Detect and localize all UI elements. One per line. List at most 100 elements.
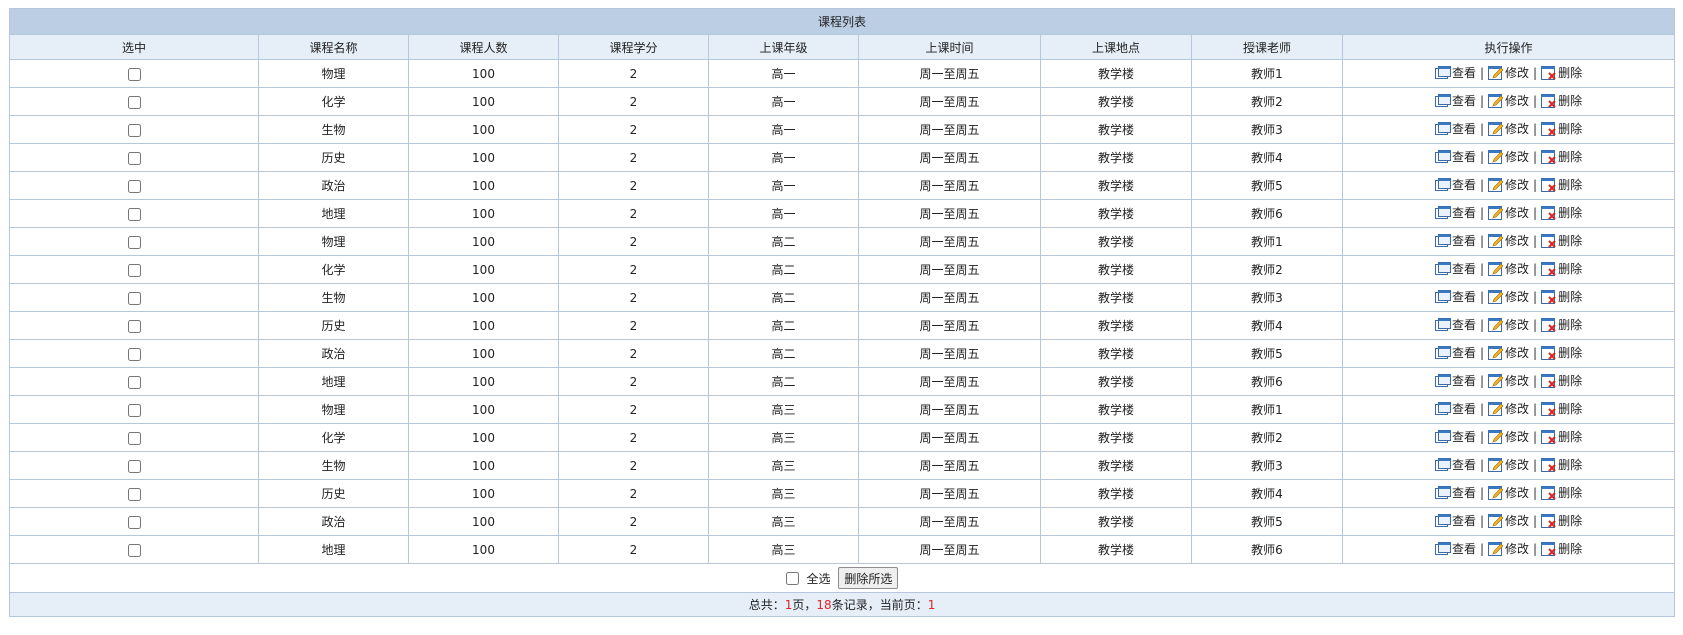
edit-link[interactable]: 修改 — [1488, 148, 1529, 165]
row-checkbox[interactable] — [127, 543, 141, 557]
row-checkbox[interactable] — [127, 235, 141, 249]
delete-link[interactable]: 删除 — [1541, 288, 1582, 305]
course-table: 课程列表 选中 课程名称 课程人数 课程学分 上课年级 上课时间 上课地点 授课… — [8, 8, 1676, 617]
view-link[interactable]: 查看 — [1434, 260, 1476, 277]
edit-link[interactable]: 修改 — [1488, 372, 1529, 389]
edit-link[interactable]: 修改 — [1488, 260, 1529, 277]
edit-link[interactable]: 修改 — [1488, 540, 1529, 557]
row-checkbox[interactable] — [127, 319, 141, 333]
teacher-cell: 教师2 — [1191, 255, 1343, 284]
view-label: 查看 — [1451, 262, 1476, 277]
actions-cell: 查看 | 修改 | 删除 — [1341, 311, 1676, 340]
row-checkbox[interactable] — [127, 67, 141, 81]
row-checkbox[interactable] — [127, 179, 141, 193]
time-cell: 周一至周五 — [858, 283, 1041, 312]
delete-link[interactable]: 删除 — [1541, 64, 1582, 81]
delete-link[interactable]: 删除 — [1541, 316, 1582, 333]
edit-link[interactable]: 修改 — [1488, 428, 1529, 445]
view-link[interactable]: 查看 — [1434, 232, 1476, 249]
view-link[interactable]: 查看 — [1434, 540, 1476, 557]
delete-link[interactable]: 删除 — [1541, 512, 1582, 529]
time-cell: 周一至周五 — [858, 255, 1041, 284]
teacher-cell: 教师3 — [1191, 451, 1343, 480]
edit-link[interactable]: 修改 — [1488, 288, 1529, 305]
delete-label: 删除 — [1558, 262, 1583, 277]
delete-link[interactable]: 删除 — [1541, 120, 1582, 137]
row-checkbox[interactable] — [127, 375, 141, 389]
row-checkbox[interactable] — [127, 515, 141, 529]
delete-link[interactable]: 删除 — [1541, 148, 1582, 165]
row-checkbox[interactable] — [127, 207, 141, 221]
edit-link[interactable]: 修改 — [1488, 92, 1529, 109]
view-link[interactable]: 查看 — [1434, 92, 1476, 109]
view-link[interactable]: 查看 — [1434, 484, 1476, 501]
view-label: 查看 — [1451, 150, 1476, 165]
course-name-cell: 物理 — [258, 59, 409, 88]
view-link[interactable]: 查看 — [1434, 400, 1476, 417]
view-link[interactable]: 查看 — [1434, 288, 1476, 305]
grade-cell: 高二 — [708, 283, 859, 312]
edit-link[interactable]: 修改 — [1488, 484, 1529, 501]
delete-selected-button[interactable]: 删除所选 — [838, 567, 899, 589]
row-checkbox[interactable] — [127, 151, 141, 165]
delete-link[interactable]: 删除 — [1541, 344, 1582, 361]
row-checkbox[interactable] — [127, 487, 141, 501]
delete-link[interactable]: 删除 — [1541, 176, 1582, 193]
column-header-time: 上课时间 — [858, 34, 1041, 60]
view-link[interactable]: 查看 — [1434, 456, 1476, 473]
view-link[interactable]: 查看 — [1434, 428, 1476, 445]
course-count-cell: 100 — [408, 87, 559, 116]
view-link[interactable]: 查看 — [1434, 148, 1476, 165]
column-header-credit: 课程学分 — [558, 34, 709, 60]
select-all-checkbox[interactable] — [785, 571, 799, 585]
view-link[interactable]: 查看 — [1434, 120, 1476, 137]
action-separator: | — [1479, 65, 1485, 80]
view-link[interactable]: 查看 — [1434, 344, 1476, 361]
delete-link[interactable]: 删除 — [1541, 260, 1582, 277]
edit-link[interactable]: 修改 — [1488, 232, 1529, 249]
edit-link[interactable]: 修改 — [1488, 316, 1529, 333]
view-link[interactable]: 查看 — [1434, 316, 1476, 333]
place-cell: 教学楼 — [1040, 395, 1192, 424]
edit-link[interactable]: 修改 — [1488, 204, 1529, 221]
view-link[interactable]: 查看 — [1434, 64, 1476, 81]
actions-cell: 查看 | 修改 | 删除 — [1341, 199, 1676, 228]
row-checkbox[interactable] — [127, 291, 141, 305]
edit-link[interactable]: 修改 — [1488, 456, 1529, 473]
delete-link[interactable]: 删除 — [1541, 456, 1582, 473]
course-name-cell: 地理 — [258, 367, 409, 396]
edit-link[interactable]: 修改 — [1488, 176, 1529, 193]
action-separator: | — [1533, 93, 1538, 108]
edit-link[interactable]: 修改 — [1488, 512, 1529, 529]
actions-cell: 查看 | 修改 | 删除 — [1341, 367, 1676, 396]
delete-link[interactable]: 删除 — [1541, 232, 1582, 249]
delete-link[interactable]: 删除 — [1541, 540, 1582, 557]
row-checkbox[interactable] — [127, 403, 141, 417]
delete-link[interactable]: 删除 — [1541, 484, 1582, 501]
view-link[interactable]: 查看 — [1434, 204, 1476, 221]
delete-link[interactable]: 删除 — [1541, 92, 1582, 109]
action-separator: | — [1479, 93, 1485, 108]
edit-link[interactable]: 修改 — [1488, 344, 1529, 361]
view-link[interactable]: 查看 — [1434, 372, 1476, 389]
edit-link[interactable]: 修改 — [1488, 64, 1529, 81]
action-separator: | — [1533, 233, 1538, 248]
view-link[interactable]: 查看 — [1434, 176, 1476, 193]
delete-link[interactable]: 删除 — [1541, 400, 1582, 417]
course-count-cell: 100 — [408, 199, 559, 228]
edit-link[interactable]: 修改 — [1488, 400, 1529, 417]
action-separator: | — [1533, 373, 1538, 388]
row-checkbox[interactable] — [127, 459, 141, 473]
row-checkbox[interactable] — [127, 95, 141, 109]
column-header-teacher: 授课老师 — [1191, 34, 1343, 60]
delete-link[interactable]: 删除 — [1541, 428, 1582, 445]
row-checkbox[interactable] — [127, 347, 141, 361]
delete-link[interactable]: 删除 — [1541, 204, 1582, 221]
row-checkbox[interactable] — [127, 263, 141, 277]
row-checkbox[interactable] — [127, 123, 141, 137]
view-link[interactable]: 查看 — [1434, 512, 1476, 529]
view-label: 查看 — [1451, 178, 1476, 193]
edit-link[interactable]: 修改 — [1488, 120, 1529, 137]
row-checkbox[interactable] — [127, 431, 141, 445]
delete-link[interactable]: 删除 — [1541, 372, 1582, 389]
